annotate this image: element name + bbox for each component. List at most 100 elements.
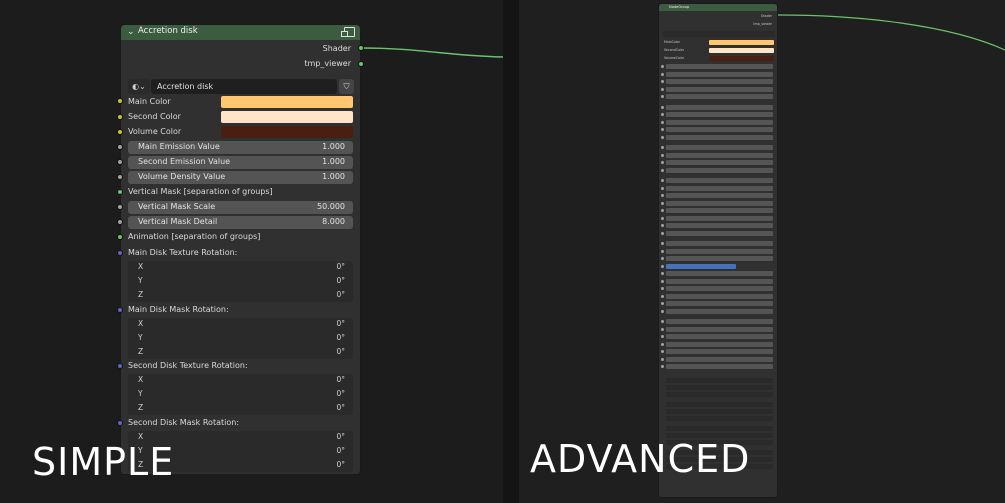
input-socket[interactable]	[661, 186, 664, 190]
second-disk-texture-rotation-vector[interactable]: X 0° Y 0° Z 0°	[128, 374, 353, 415]
vector-field-bar[interactable]	[666, 425, 773, 431]
output-socket-tmp-viewer[interactable]	[358, 61, 364, 67]
value-field-bar[interactable]	[666, 86, 773, 92]
vertical-mask-detail-field[interactable]: Vertical Mask Detail 8.000	[128, 216, 353, 229]
value-field-bar[interactable]	[666, 193, 773, 198]
input-socket-second-disk-mask-rotation[interactable]	[117, 420, 123, 426]
input-socket[interactable]	[661, 264, 664, 268]
input-socket[interactable]	[661, 80, 664, 83]
input-socket[interactable]	[661, 209, 664, 212]
main-color-swatch[interactable]	[709, 40, 774, 45]
second-color-swatch[interactable]	[221, 111, 353, 123]
value-field-bar[interactable]	[666, 341, 773, 347]
node-tree-icon[interactable]: ◐⌄	[128, 79, 150, 94]
value-field-bar[interactable]	[666, 208, 773, 213]
input-socket[interactable]	[661, 302, 664, 305]
value-field-bar[interactable]	[666, 356, 773, 362]
input-socket[interactable]	[661, 194, 664, 197]
node-group-name-field[interactable]: Accretion disk	[151, 79, 337, 94]
input-socket[interactable]	[661, 72, 664, 76]
chevron-down-icon[interactable]: ⌄	[127, 27, 135, 37]
vector-z-field[interactable]: Z 0°	[128, 346, 353, 359]
input-socket[interactable]	[661, 327, 664, 331]
input-socket[interactable]	[661, 350, 664, 353]
value-field-bar[interactable]	[666, 185, 773, 191]
value-field-bar[interactable]	[666, 215, 773, 221]
input-socket[interactable]	[661, 287, 664, 290]
input-socket[interactable]	[661, 135, 664, 139]
input-socket[interactable]	[661, 65, 664, 68]
fake-user-shield-icon[interactable]: ⛉	[339, 79, 354, 94]
volume-color-swatch[interactable]	[221, 126, 353, 138]
input-socket[interactable]	[661, 342, 664, 346]
value-field-bar[interactable]	[666, 248, 773, 254]
input-socket-main-disk-mask-rotation[interactable]	[117, 307, 123, 313]
value-field-bar[interactable]	[666, 256, 773, 261]
vector-x-field[interactable]: X 0°	[128, 318, 353, 331]
input-socket[interactable]	[661, 357, 664, 361]
input-socket-main-disk-texture-rotation[interactable]	[117, 250, 123, 256]
input-socket[interactable]	[661, 179, 664, 182]
input-socket[interactable]	[661, 87, 664, 91]
value-field-bar[interactable]	[666, 64, 773, 69]
value-field-bar[interactable]	[666, 160, 773, 165]
value-field-bar[interactable]	[666, 319, 773, 324]
input-socket-second-emission[interactable]	[117, 159, 123, 165]
input-socket-main-color[interactable]	[117, 98, 123, 104]
second-emission-field[interactable]: Second Emission Value 1.000	[128, 156, 353, 169]
value-field-bar[interactable]	[666, 293, 773, 299]
value-field-bar[interactable]	[666, 301, 773, 306]
main-color-swatch[interactable]	[221, 96, 353, 108]
vector-y-field[interactable]: Y 0°	[128, 275, 353, 288]
input-socket[interactable]	[661, 335, 664, 338]
input-socket[interactable]	[661, 279, 664, 283]
value-field-bar[interactable]	[666, 241, 773, 246]
input-socket[interactable]	[661, 294, 664, 298]
volume-color-swatch[interactable]	[709, 56, 774, 61]
input-socket-volume-density[interactable]	[117, 174, 123, 180]
value-field-bar[interactable]	[666, 349, 773, 354]
vector-z-field[interactable]: Z 0°	[128, 289, 353, 302]
node-group-icon[interactable]	[341, 27, 355, 37]
value-field-bar[interactable]	[666, 200, 773, 206]
value-field-bar[interactable]	[666, 308, 773, 314]
input-socket[interactable]	[661, 161, 664, 164]
input-socket-main-emission[interactable]	[117, 144, 123, 150]
input-socket[interactable]	[661, 153, 664, 157]
input-socket[interactable]	[661, 257, 664, 260]
input-socket[interactable]	[661, 168, 664, 172]
input-socket[interactable]	[661, 128, 664, 131]
input-socket[interactable]	[661, 272, 664, 275]
input-socket-vertical-detail[interactable]	[117, 219, 123, 225]
value-field-bar[interactable]	[666, 152, 773, 158]
input-socket-vertical-scale[interactable]	[117, 204, 123, 210]
vector-field-bar[interactable]	[666, 377, 773, 383]
value-field-bar[interactable]	[666, 79, 773, 84]
vector-x-field[interactable]: X 0°	[128, 374, 353, 387]
value-field-bar[interactable]	[666, 167, 773, 173]
input-socket[interactable]	[661, 95, 664, 98]
input-socket[interactable]	[661, 224, 664, 227]
input-socket[interactable]	[661, 105, 664, 109]
input-socket[interactable]	[661, 201, 664, 205]
value-field-bar[interactable]	[666, 326, 773, 332]
value-field-bar[interactable]	[666, 112, 773, 117]
value-field-bar[interactable]	[666, 71, 773, 77]
node-header[interactable]: ⌄ Accretion disk	[121, 25, 360, 40]
main-emission-field[interactable]: Main Emission Value 1.000	[128, 141, 353, 154]
node-header[interactable]: NodeGroup	[659, 4, 777, 11]
vector-x-field[interactable]: X 0°	[128, 261, 353, 274]
value-field-bar[interactable]	[666, 178, 773, 183]
value-field-bar[interactable]	[666, 119, 773, 125]
node-group-selector[interactable]: ◐⌄ Accretion disk ⛉	[128, 79, 354, 94]
output-socket-shader[interactable]	[358, 45, 364, 51]
vertical-mask-scale-field[interactable]: Vertical Mask Scale 50.000	[128, 201, 353, 214]
value-field-bar[interactable]	[666, 94, 773, 99]
main-disk-mask-rotation-vector[interactable]: X 0° Y 0° Z 0°	[128, 318, 353, 359]
value-field-bar[interactable]	[666, 145, 773, 150]
value-field-bar[interactable]	[666, 263, 736, 269]
value-field-bar[interactable]	[666, 134, 773, 140]
input-socket[interactable]	[661, 242, 664, 245]
input-socket-volume-color[interactable]	[117, 129, 123, 135]
input-socket-second-color[interactable]	[117, 114, 123, 120]
